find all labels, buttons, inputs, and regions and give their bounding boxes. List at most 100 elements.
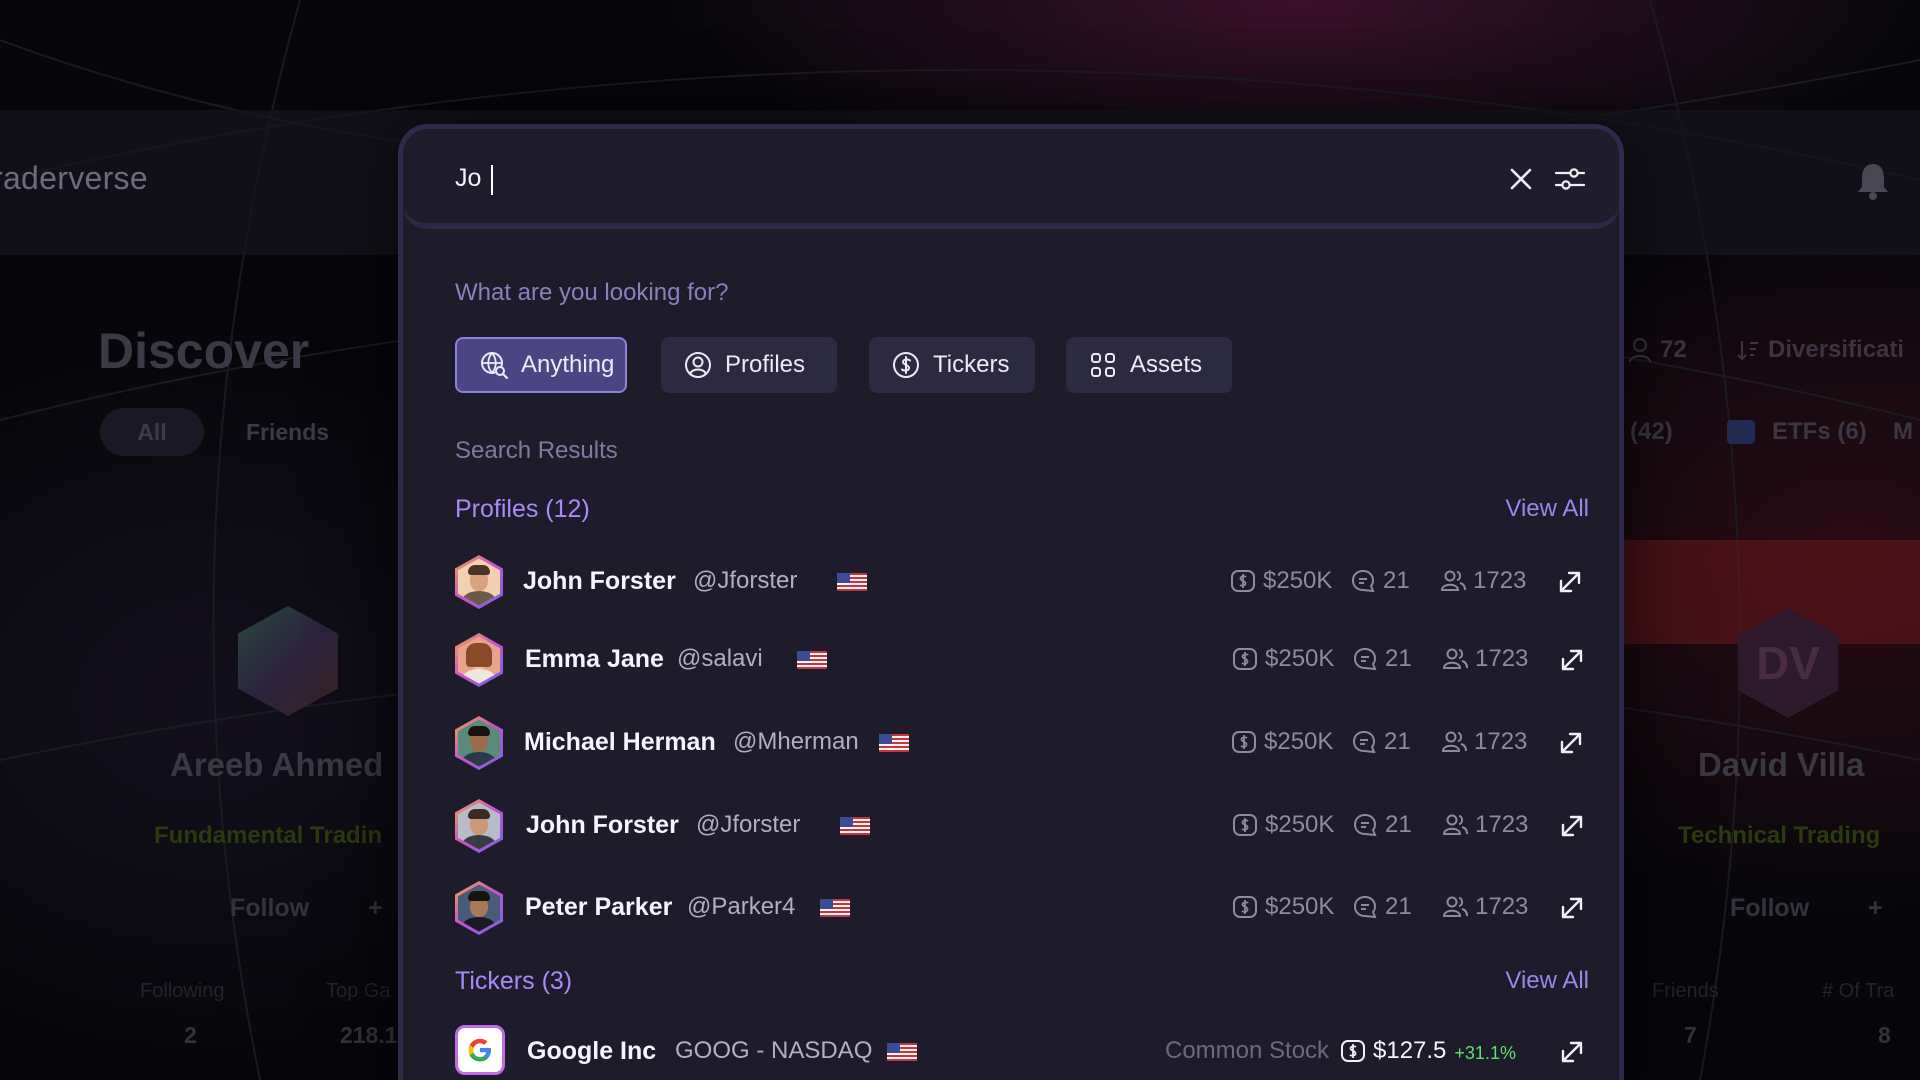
expand-icon[interactable] [1557, 1037, 1587, 1067]
ticker-row[interactable]: Google Inc GOOG - NASDAQ Common Stock $1… [455, 1025, 1589, 1080]
profile-avatar [455, 716, 503, 770]
profile-handle: @Mherman [733, 728, 859, 755]
comment-count: 21 [1350, 728, 1411, 756]
bg-tab-count[interactable]: (42) [1630, 418, 1673, 446]
users-icon [1442, 896, 1468, 917]
stat-value: $250K [1265, 893, 1335, 920]
users-icon [1442, 648, 1468, 669]
dollar-square-icon [1233, 814, 1257, 836]
follower-count: 1723 [1441, 893, 1528, 921]
bg-stat-value: 7 [1684, 1022, 1697, 1048]
dollar-square-icon [1232, 731, 1256, 753]
comment-count: 21 [1351, 811, 1412, 839]
search-bar [403, 129, 1619, 229]
etf-chip-icon [1727, 420, 1755, 444]
dollar-circle-icon [893, 352, 919, 378]
profile-row[interactable]: John Forster @Jforster $250K 21 1723 [455, 797, 1589, 857]
bg-stat-label: Diversificati [1768, 336, 1905, 363]
chip-tickers[interactable]: Tickers [869, 337, 1035, 393]
comment-count: 21 [1351, 645, 1412, 673]
stat-value: 1723 [1474, 728, 1528, 755]
brand-logo-text[interactable]: raderverse [0, 160, 148, 197]
grid-icon [1091, 353, 1115, 377]
bg-tab-etfs[interactable]: ETFs (6) [1772, 418, 1867, 446]
chip-label: Anything [521, 351, 615, 378]
bg-add-icon[interactable]: + [368, 894, 383, 923]
stat-value: $250K [1265, 811, 1335, 838]
avatar-shoulders [462, 590, 496, 606]
stat-value: $250K [1264, 728, 1334, 755]
bg-tab-more[interactable]: M [1893, 418, 1913, 446]
profile-row[interactable]: Peter Parker @Parker4 $250K 21 1723 [455, 879, 1589, 939]
us-flag-icon [797, 651, 827, 669]
stat-value: 1723 [1475, 811, 1529, 838]
chip-label: Profiles [725, 351, 806, 378]
follower-count: 1723 [1441, 645, 1528, 673]
dollar-square-icon [1231, 570, 1255, 592]
avatar-shoulders [462, 834, 496, 850]
filter-friends[interactable]: Friends [222, 408, 353, 456]
expand-icon[interactable] [1555, 567, 1585, 597]
tickers-view-all-link[interactable]: View All [1505, 967, 1589, 995]
search-input[interactable] [455, 155, 1355, 201]
stat-value: 21 [1385, 811, 1412, 838]
chip-assets[interactable]: Assets [1066, 337, 1232, 393]
search-results-label: Search Results [455, 437, 618, 464]
users-icon [1440, 570, 1466, 591]
google-logo-icon [455, 1025, 505, 1075]
expand-icon[interactable] [1557, 645, 1587, 675]
price-value: $127.5 [1373, 1037, 1447, 1064]
profile-row[interactable]: Emma Jane @salavi $250K 21 1723 [455, 631, 1589, 691]
bg-stat-label: # Of Tra [1822, 980, 1895, 1002]
profile-avatar [455, 881, 503, 935]
bg-follow-button[interactable]: Follow [230, 894, 309, 923]
profile-handle: @Jforster [693, 567, 798, 594]
ticker-price: $127.5 +31.1% [1339, 1037, 1516, 1065]
filter-settings-icon[interactable] [1553, 163, 1587, 195]
portfolio-value: $250K [1229, 567, 1332, 595]
profile-name: John Forster [523, 567, 676, 595]
followers-icon [1629, 338, 1651, 363]
portfolio-value: $250K [1231, 811, 1334, 839]
profile-row[interactable]: Michael Herman @Mherman $250K 21 1723 [455, 714, 1589, 774]
bg-follow-button[interactable]: Follow [1730, 894, 1809, 923]
bg-stat-label: Top Ga [326, 980, 391, 1002]
comment-icon [1351, 569, 1375, 593]
bg-stat-label: Following [140, 980, 225, 1002]
notification-bell-icon[interactable] [1855, 160, 1891, 202]
chip-anything[interactable]: Anything [455, 337, 627, 393]
profile-name: Peter Parker [525, 893, 673, 921]
profile-avatar [455, 799, 503, 853]
expand-icon[interactable] [1557, 811, 1587, 841]
text-caret [491, 165, 493, 195]
follower-count: 1723 [1440, 728, 1527, 756]
bg-stat-value: 218.1 [340, 1022, 398, 1048]
profile-row[interactable]: John Forster @Jforster $250K 21 1723 [455, 553, 1589, 613]
avatar-hair [468, 808, 490, 819]
google-g-icon [468, 1038, 491, 1062]
ticker-name: Google Inc [527, 1037, 657, 1065]
bg-avatar-initials: DV [1756, 637, 1820, 689]
profile-avatar [455, 555, 503, 609]
close-icon[interactable] [1505, 163, 1537, 195]
bg-stat-label: Friends [1652, 980, 1719, 1002]
us-flag-icon [879, 734, 909, 752]
bg-add-icon[interactable]: + [1868, 894, 1883, 923]
user-circle-icon [685, 352, 711, 378]
comment-icon [1353, 895, 1377, 919]
chip-label: Tickers [933, 351, 1010, 378]
chip-profiles[interactable]: Profiles [661, 337, 837, 393]
ticker-type: Common Stock [1165, 1037, 1330, 1064]
profiles-view-all-link[interactable]: View All [1505, 495, 1589, 523]
portfolio-value: $250K [1230, 728, 1333, 756]
us-flag-icon [837, 573, 867, 591]
expand-icon[interactable] [1556, 728, 1586, 758]
globe-search-icon [481, 352, 509, 380]
profile-avatar [455, 633, 503, 687]
expand-icon[interactable] [1557, 893, 1587, 923]
search-prompt: What are you looking for? [455, 279, 729, 306]
comment-icon [1353, 647, 1377, 671]
stat-value: $250K [1263, 567, 1333, 594]
bg-stat-value: 2 [184, 1022, 197, 1048]
filter-all[interactable]: All [100, 408, 204, 456]
